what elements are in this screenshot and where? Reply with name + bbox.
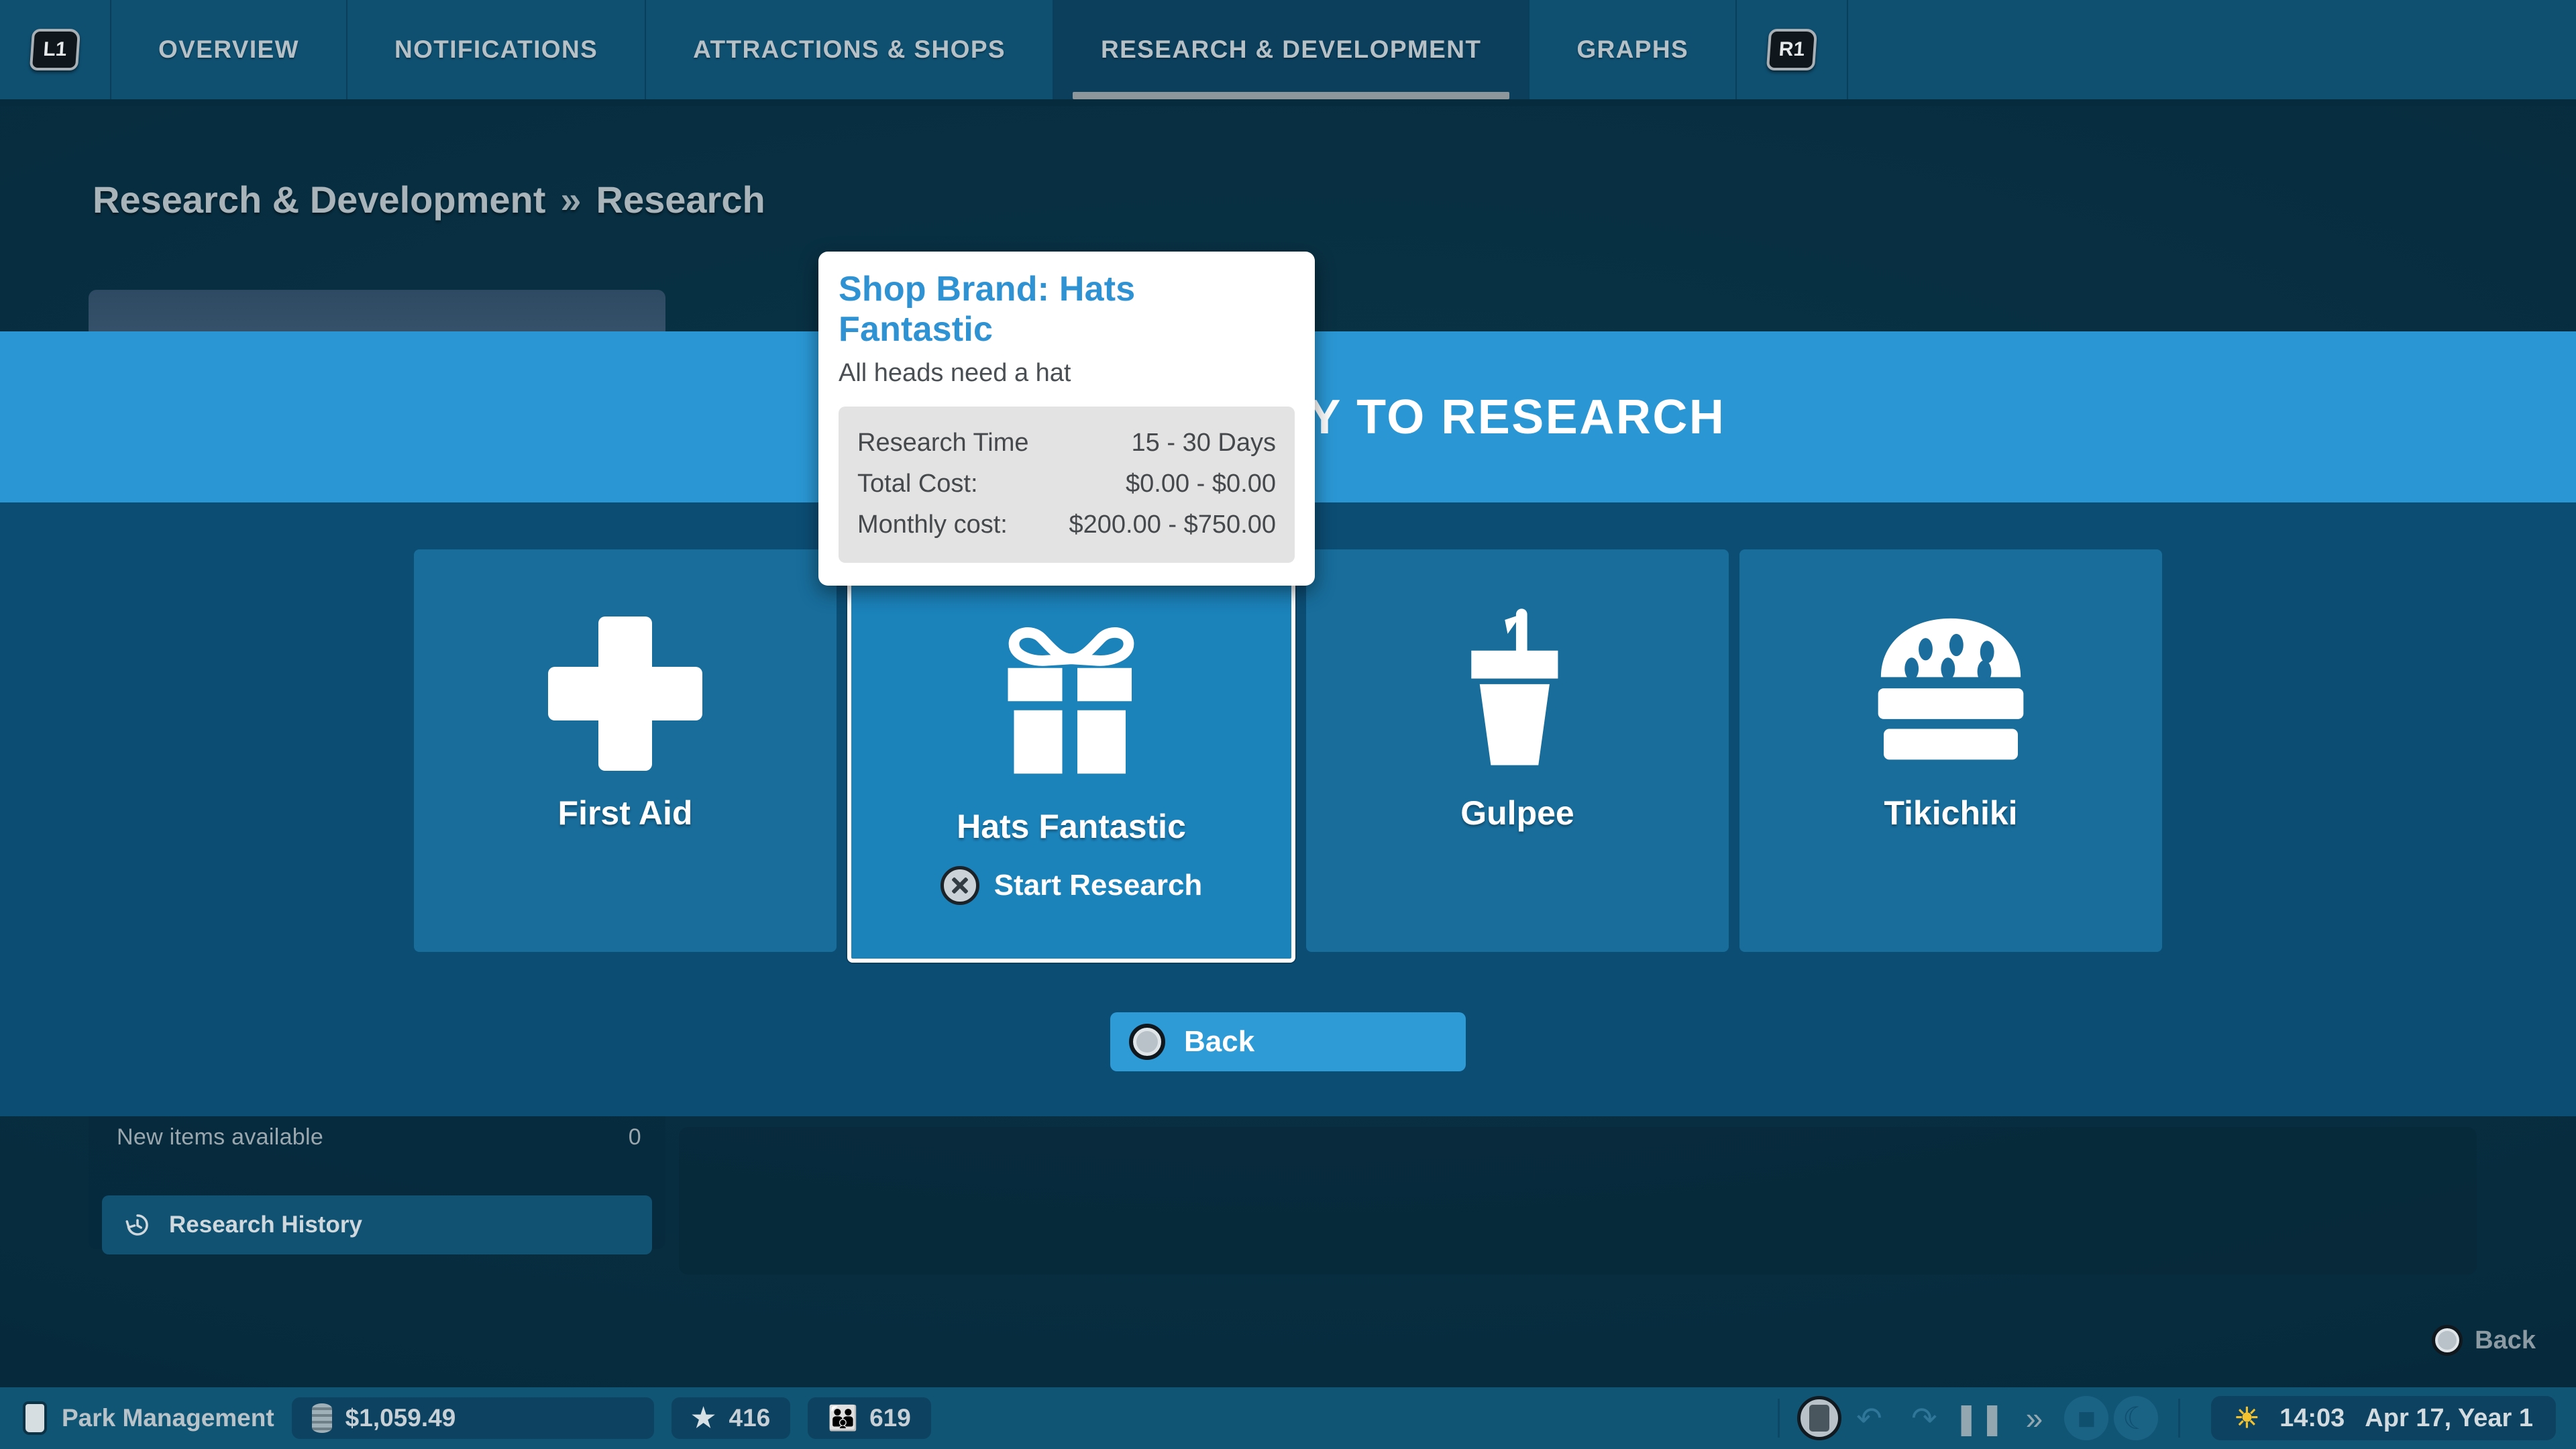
status-bar-left: Park Management $1,059.49 ★ 416 👪 619 xyxy=(0,1397,931,1439)
date-time-indicator[interactable]: ☀ 14:03 Apr 17, Year 1 xyxy=(2211,1396,2556,1440)
research-history-button[interactable]: Research History xyxy=(102,1195,652,1254)
research-card-grid: First Aid Hats Fantastic xyxy=(0,549,2576,963)
tab-attractions-shops[interactable]: ATTRACTIONS & SHOPS xyxy=(646,0,1054,99)
background-right-panel xyxy=(679,1127,2477,1275)
overlay-back-label: Back xyxy=(1184,1025,1254,1059)
new-items-available-label: New items available xyxy=(117,1124,323,1150)
tab-graphs-label: GRAPHS xyxy=(1576,36,1688,64)
tab-notifications-label: NOTIFICATIONS xyxy=(394,36,598,64)
background-back-label: Back xyxy=(2475,1326,2536,1355)
start-research-label: Start Research xyxy=(994,869,1203,902)
bottom-status-bar: Park Management $1,059.49 ★ 416 👪 619 ↶ … xyxy=(0,1387,2576,1449)
research-card-label: Tikichiki xyxy=(1884,794,2017,833)
controller-inner-shape xyxy=(1809,1405,1829,1432)
tab-bumper-r1[interactable]: R1 xyxy=(1737,0,1848,99)
pause-icon[interactable]: ❚❚ xyxy=(1954,1397,2004,1440)
tab-research-development-label: RESEARCH & DEVELOPMENT xyxy=(1101,36,1481,64)
tooltip-stat-value: 15 - 30 Days xyxy=(1132,429,1276,458)
guest-count-value: 619 xyxy=(869,1404,911,1432)
trashcan-icon xyxy=(23,1401,47,1435)
tooltip-title: Shop Brand: Hats Fantastic xyxy=(839,269,1295,350)
controller-glyph-icon[interactable] xyxy=(1797,1396,1841,1440)
drink-cup-icon xyxy=(1437,596,1598,777)
tooltip-subtitle: All heads need a hat xyxy=(839,359,1295,388)
tab-graphs[interactable]: GRAPHS xyxy=(1529,0,1737,99)
gift-box-icon xyxy=(981,596,1162,791)
coins-icon xyxy=(312,1403,332,1433)
sun-icon: ☀ xyxy=(2234,1404,2259,1432)
tab-attractions-shops-label: ATTRACTIONS & SHOPS xyxy=(693,36,1006,64)
research-card-label: Gulpee xyxy=(1460,794,1574,833)
tooltip-stat-key: Monthly cost: xyxy=(857,511,1008,539)
breadcrumb-current: Research xyxy=(596,178,765,221)
park-rating-indicator[interactable]: ★ 416 xyxy=(672,1397,791,1439)
research-history-label: Research History xyxy=(169,1212,362,1238)
star-icon: ★ xyxy=(692,1405,716,1432)
tooltip-stat-value: $0.00 - $0.00 xyxy=(1126,470,1276,498)
history-clock-icon xyxy=(123,1211,152,1239)
record-icon[interactable]: ■ xyxy=(2064,1396,2108,1440)
tooltip-stat-value: $200.00 - $750.00 xyxy=(1069,511,1277,539)
research-card-tikichiki[interactable]: Tikichiki xyxy=(1739,549,2162,952)
status-divider xyxy=(2178,1399,2180,1438)
tooltip-stats-table: Research Time 15 - 30 Days Total Cost: $… xyxy=(839,407,1295,563)
park-management-button[interactable]: Park Management xyxy=(23,1401,274,1435)
tooltip-stat-key: Research Time xyxy=(857,429,1029,458)
guest-count-indicator[interactable]: 👪 619 xyxy=(808,1397,931,1439)
day-night-icon[interactable]: ☾ xyxy=(2114,1396,2158,1440)
park-rating-value: 416 xyxy=(729,1404,771,1432)
new-items-available-row[interactable]: New items available 0 xyxy=(101,1114,657,1161)
start-research-button[interactable]: Start Research xyxy=(941,866,1203,905)
breadcrumb: Research & Development » Research xyxy=(93,178,765,221)
circle-button-icon xyxy=(2432,1325,2463,1356)
clock-time: 14:03 xyxy=(2279,1404,2345,1433)
l1-bumper-icon: L1 xyxy=(30,29,80,70)
tooltip-stat-row: Total Cost: $0.00 - $0.00 xyxy=(857,464,1276,504)
research-card-label: First Aid xyxy=(558,794,693,833)
redo-icon[interactable]: ↷ xyxy=(1899,1397,1949,1440)
tab-overview[interactable]: OVERVIEW xyxy=(111,0,347,99)
circle-button-icon xyxy=(1129,1024,1165,1060)
research-card-label: Hats Fantastic xyxy=(957,807,1186,846)
r1-bumper-icon: R1 xyxy=(1766,29,1817,70)
research-card-first-aid[interactable]: First Aid xyxy=(414,549,837,952)
tooltip-stat-key: Total Cost: xyxy=(857,470,978,498)
money-value: $1,059.49 xyxy=(345,1404,456,1432)
research-tooltip: Shop Brand: Hats Fantastic All heads nee… xyxy=(818,252,1315,586)
money-indicator[interactable]: $1,059.49 xyxy=(292,1397,654,1439)
x-button-icon xyxy=(941,866,979,905)
status-divider xyxy=(1778,1399,1780,1438)
first-aid-cross-icon xyxy=(541,596,709,777)
new-items-available-count: 0 xyxy=(629,1124,641,1150)
fast-forward-icon[interactable]: » xyxy=(2009,1397,2059,1440)
tooltip-stat-row: Research Time 15 - 30 Days xyxy=(857,423,1276,464)
breadcrumb-root[interactable]: Research & Development xyxy=(93,178,545,221)
background-back-button[interactable]: Back xyxy=(2432,1325,2536,1356)
tab-research-development[interactable]: RESEARCH & DEVELOPMENT xyxy=(1054,0,1529,99)
burger-icon xyxy=(1867,596,2035,777)
screen-root: New items available 0 Research History B… xyxy=(0,0,2576,1449)
tab-notifications[interactable]: NOTIFICATIONS xyxy=(347,0,646,99)
tooltip-stat-row: Monthly cost: $200.00 - $750.00 xyxy=(857,504,1276,545)
research-card-hats-fantastic[interactable]: Hats Fantastic Start Research xyxy=(847,539,1295,963)
guests-icon: 👪 xyxy=(828,1406,856,1430)
tab-overview-label: OVERVIEW xyxy=(158,36,299,64)
undo-icon[interactable]: ↶ xyxy=(1844,1397,1894,1440)
tab-bumper-l1[interactable]: L1 xyxy=(0,0,111,99)
research-card-gulpee[interactable]: Gulpee xyxy=(1306,549,1729,952)
status-bar-right: ↶ ↷ ❚❚ » ■ ☾ ☀ 14:03 Apr 17, Year 1 xyxy=(1760,1396,2576,1440)
breadcrumb-separator-icon: » xyxy=(560,178,581,221)
overlay-back-button[interactable]: Back xyxy=(1110,1012,1466,1071)
park-management-label: Park Management xyxy=(62,1404,274,1432)
calendar-date: Apr 17, Year 1 xyxy=(2365,1404,2533,1433)
top-tab-bar: L1 OVERVIEW NOTIFICATIONS ATTRACTIONS & … xyxy=(0,0,2576,99)
tab-bar-underline xyxy=(0,99,2576,106)
